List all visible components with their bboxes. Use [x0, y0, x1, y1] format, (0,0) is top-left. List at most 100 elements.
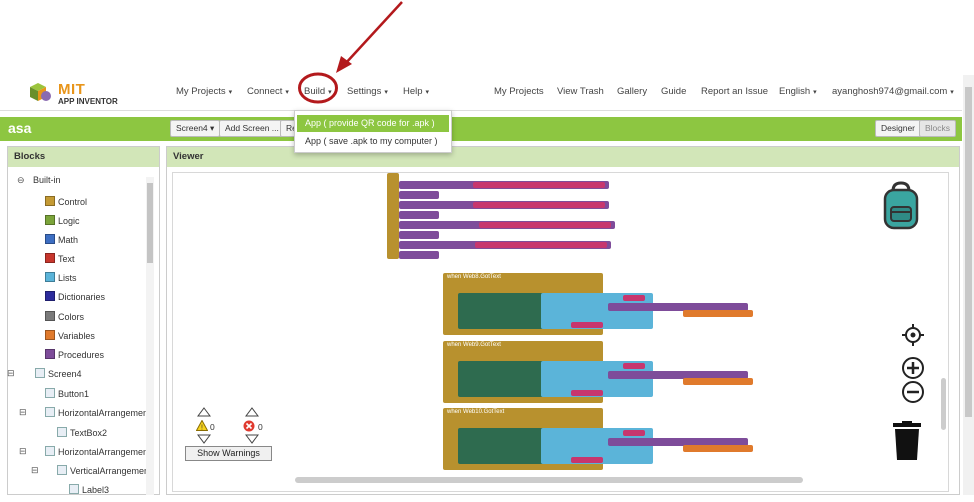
workspace-vscroll-thumb[interactable] — [941, 378, 946, 430]
category-variables[interactable]: Variables — [45, 330, 95, 348]
get-response-content-block[interactable] — [683, 445, 753, 452]
component-varr-icon — [57, 465, 67, 475]
category-text[interactable]: Text — [45, 253, 75, 271]
warnings-down-arrow-icon[interactable] — [197, 434, 211, 444]
page-scrollbar[interactable] — [963, 75, 974, 495]
get-response-content-block[interactable] — [683, 378, 753, 385]
caret-down-icon: ▾ — [285, 89, 289, 96]
key-value-text[interactable] — [623, 363, 645, 369]
caret-down-icon: ▾ — [384, 89, 388, 96]
component-screen4[interactable]: Screen4 — [35, 368, 82, 386]
trash-icon[interactable] — [892, 421, 922, 461]
category-lists[interactable]: Lists — [45, 272, 77, 290]
brand-line2: APP INVENTOR — [58, 97, 118, 106]
component-button-icon — [45, 388, 55, 398]
component-label: TextBox2 — [70, 428, 108, 438]
menu-connect[interactable]: Connect ▾ — [247, 86, 289, 97]
category-math[interactable]: Math — [45, 234, 78, 252]
key-value-text[interactable] — [623, 430, 645, 436]
url-text-block[interactable] — [479, 222, 611, 228]
not-found-text-block[interactable] — [571, 390, 603, 396]
show-warnings-button[interactable]: Show Warnings — [185, 446, 272, 461]
errors-up-arrow-icon[interactable] — [245, 407, 259, 417]
project-name: asa — [8, 120, 32, 136]
link-my-projects[interactable]: My Projects — [494, 86, 544, 97]
zoom-in-icon[interactable] — [901, 356, 925, 380]
set-textbox-text-block[interactable] — [458, 293, 544, 329]
event-name: GotText — [480, 274, 501, 280]
event-header: when Web8.GotText — [447, 274, 501, 280]
viewer-panel-title: Viewer — [167, 147, 959, 167]
warnings-up-arrow-icon[interactable] — [197, 407, 211, 417]
component-collapse-icon[interactable]: ⊟ — [19, 407, 27, 418]
component-horizontalarrangemen[interactable]: HorizontalArrangemen — [45, 407, 148, 425]
component-collapse-icon[interactable]: ⊟ — [31, 465, 39, 476]
url-text-block[interactable] — [473, 182, 605, 188]
url-text-block[interactable] — [473, 202, 605, 208]
menu-my-projects-label: My Projects — [176, 86, 226, 97]
screen-selector[interactable]: Screen4 ▾ — [170, 120, 221, 137]
zoom-out-icon[interactable] — [901, 380, 925, 404]
link-view-trash[interactable]: View Trash — [557, 86, 604, 97]
menu-settings[interactable]: Settings ▾ — [347, 86, 388, 97]
category-procedures[interactable]: Procedures — [45, 349, 104, 367]
component-collapse-icon[interactable]: ⊟ — [7, 368, 15, 379]
call-web-get-block[interactable] — [399, 251, 439, 259]
build-apk-qr-item[interactable]: App ( provide QR code for .apk ) — [297, 115, 449, 132]
component-label3[interactable]: Label3 — [69, 484, 109, 502]
set-textbox-text-block[interactable] — [458, 361, 544, 397]
procedure-block-stem[interactable] — [387, 173, 399, 259]
component-button1[interactable]: Button1 — [45, 388, 89, 406]
component-horizontalarrangemen[interactable]: HorizontalArrangemen — [45, 446, 148, 464]
link-report-issue[interactable]: Report an Issue — [701, 86, 768, 97]
event-header: when Web9.GotText — [447, 342, 501, 348]
page-scrollbar-thumb[interactable] — [965, 87, 972, 417]
svg-text:!: ! — [201, 425, 203, 432]
call-web-get-block[interactable] — [399, 231, 439, 239]
screen-selector-label: Screen4 — [176, 123, 208, 133]
category-colors[interactable]: Colors — [45, 311, 84, 329]
not-found-text-block[interactable] — [571, 322, 603, 328]
menu-help[interactable]: Help ▾ — [403, 86, 429, 97]
backpack-icon[interactable] — [881, 181, 921, 231]
workspace-hscroll-thumb[interactable] — [295, 477, 803, 483]
menu-my-projects[interactable]: My Projects ▾ — [176, 86, 232, 97]
caret-down-icon: ▾ — [210, 123, 215, 133]
category-label: Procedures — [58, 350, 105, 360]
add-screen-button[interactable]: Add Screen ... — [219, 120, 285, 137]
call-web-get-block[interactable] — [399, 191, 439, 199]
component-harr-icon — [45, 446, 55, 456]
url-text-block[interactable] — [475, 242, 607, 248]
builtin-collapse-icon[interactable]: ⊖ — [17, 175, 25, 186]
recenter-icon[interactable] — [902, 324, 924, 346]
component-textbox2[interactable]: TextBox2 — [57, 427, 107, 445]
component-label: VerticalArrangemen — [70, 466, 150, 476]
blocks-scrollbar[interactable] — [146, 177, 154, 495]
category-control[interactable]: Control — [45, 196, 87, 214]
call-web-get-block[interactable] — [399, 211, 439, 219]
blocks-scrollbar-thumb[interactable] — [147, 183, 153, 263]
blocks-workspace[interactable]: when Web8.GotText when Web9.GotText when W… — [172, 172, 949, 492]
designer-button[interactable]: Designer — [875, 120, 922, 137]
component-verticalarrangemen[interactable]: VerticalArrangemen — [57, 465, 149, 483]
link-guide[interactable]: Guide — [661, 86, 686, 97]
warning-triangle-icon: ! — [196, 420, 208, 431]
build-apk-save-item[interactable]: App ( save .apk to my computer ) — [297, 133, 449, 150]
not-found-text-block[interactable] — [571, 457, 603, 463]
menu-language[interactable]: English ▾ — [779, 86, 817, 97]
set-textbox-text-block[interactable] — [458, 428, 544, 464]
builtin-label: Built-in — [33, 175, 61, 193]
get-response-content-block[interactable] — [683, 310, 753, 317]
component-collapse-icon[interactable]: ⊟ — [19, 446, 27, 457]
link-gallery[interactable]: Gallery — [617, 86, 647, 97]
blocks-button[interactable]: Blocks — [919, 120, 957, 137]
key-value-text[interactable] — [623, 295, 645, 301]
menu-settings-label: Settings — [347, 86, 382, 97]
menu-user-account[interactable]: ayanghosh974@gmail.com ▾ — [832, 86, 954, 97]
errors-down-arrow-icon[interactable] — [245, 434, 259, 444]
annotation-arrow — [336, 1, 403, 73]
category-dictionaries[interactable]: Dictionaries — [45, 291, 105, 309]
app-inventor-logo[interactable]: MIT APP INVENTOR — [26, 79, 126, 107]
category-logic[interactable]: Logic — [45, 215, 80, 233]
menu-build[interactable]: Build ▾ — [304, 86, 332, 97]
